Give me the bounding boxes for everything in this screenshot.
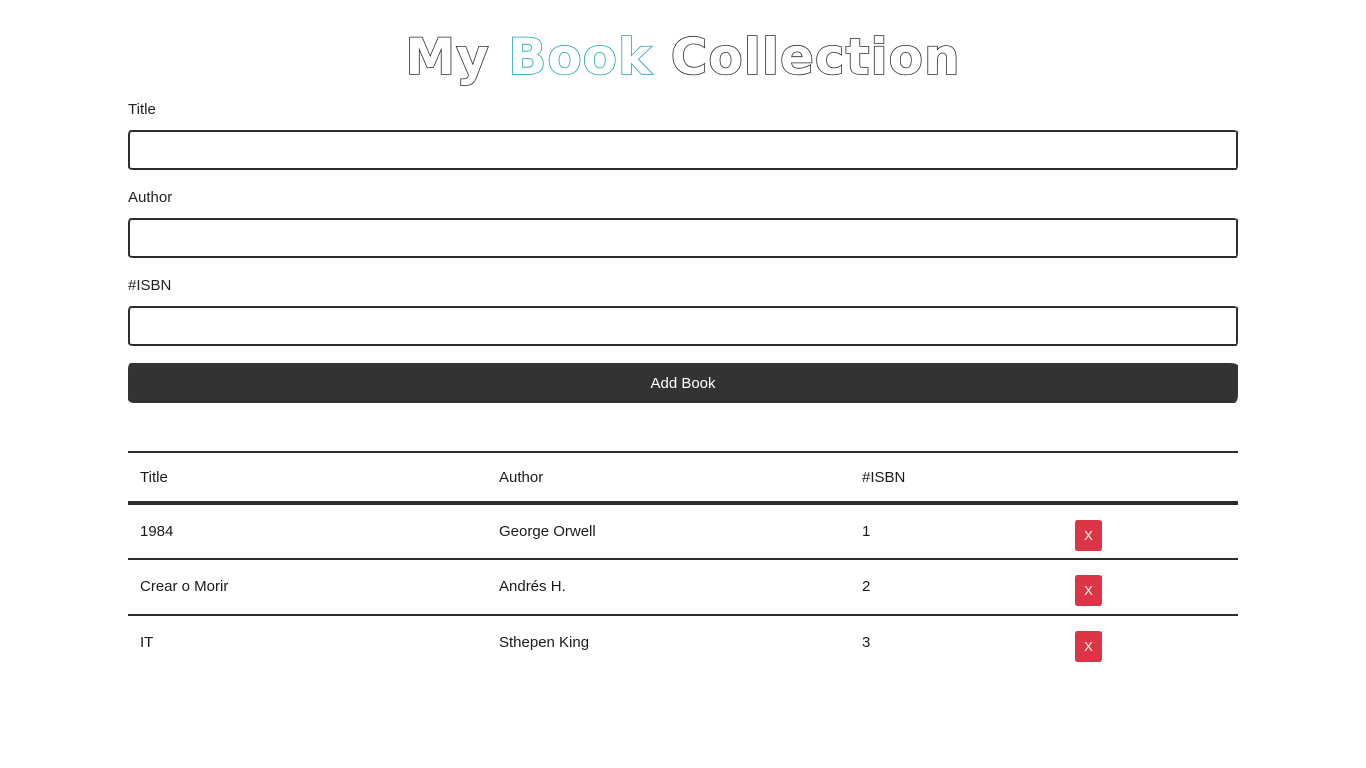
column-header-isbn: #ISBN [850,451,1063,505]
cell-actions: X [1063,615,1238,671]
cell-title: Crear o Morir [128,559,487,616]
cell-title: 1984 [128,503,487,560]
title-input[interactable] [128,130,1238,170]
cell-author: George Orwell [487,503,850,560]
column-header-title: Title [128,451,487,505]
table-row: IT Sthepen King 3 X [128,615,1238,671]
cell-isbn: 3 [862,634,871,651]
table-header: Title Author #ISBN [128,451,1238,505]
title-word-collection: Collection [670,27,961,87]
cell-isbn: 1 [850,503,1063,560]
cell-title: IT [140,634,154,651]
cell-actions: X [1063,559,1238,616]
cell-author: Sthepen King [499,634,590,651]
delete-book-button[interactable]: X [1075,631,1102,662]
isbn-input[interactable] [128,306,1238,346]
add-book-form: Title Author #ISBN [128,100,1238,364]
title-label: Title [128,101,156,118]
cell-author: Andrés H. [487,559,850,616]
column-header-actions [1063,451,1238,505]
cell-actions: X [1063,503,1238,560]
isbn-label: #ISBN [128,277,172,294]
table-body: 1984 George Orwell 1 X Crear o Morir And… [128,503,1238,671]
book-table: Title Author #ISBN 1984 George Orwell 1 … [128,451,1238,671]
author-input[interactable] [128,218,1238,258]
title-word-my: My [405,27,490,87]
author-label: Author [128,189,173,206]
header-row: Title Author #ISBN [128,451,1238,505]
delete-book-button[interactable]: X [1075,520,1102,551]
add-book-button[interactable]: Add Book [128,363,1238,403]
page: My Book Collection Title Author #ISBN Ad… [0,0,1366,768]
cell-isbn: 2 [850,559,1063,616]
page-title: My Book Collection [0,22,1366,92]
title-word-book: Book [507,27,653,87]
table-row: Crear o Morir Andrés H. 2 X [128,559,1238,616]
column-header-author: Author [487,451,850,505]
delete-book-button[interactable]: X [1075,575,1102,606]
table-row: 1984 George Orwell 1 X [128,503,1238,560]
